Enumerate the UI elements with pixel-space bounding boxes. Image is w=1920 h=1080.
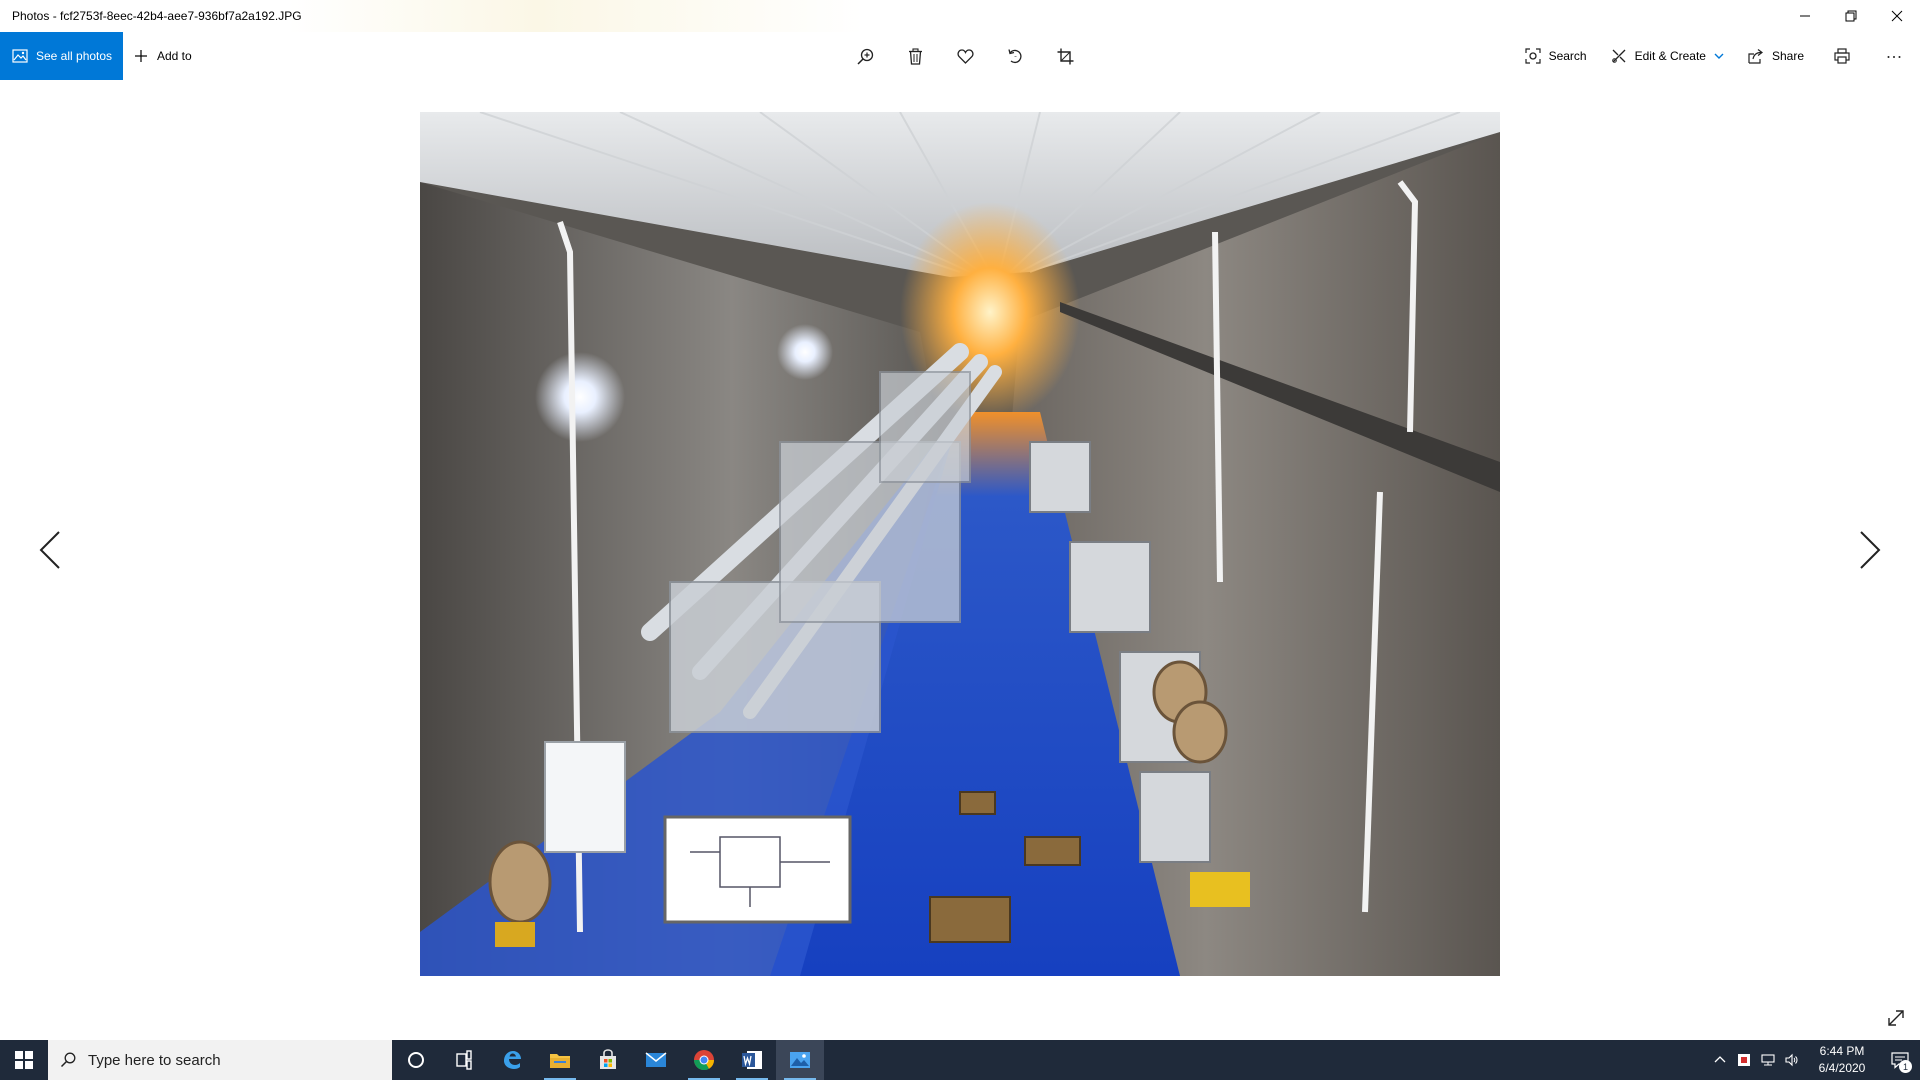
add-to-button[interactable]: Add to bbox=[134, 32, 192, 80]
search-button[interactable]: Search bbox=[1513, 32, 1599, 80]
chrome-icon bbox=[693, 1050, 715, 1071]
photos-icon bbox=[12, 49, 28, 63]
action-center-button[interactable]: 1 bbox=[1880, 1040, 1920, 1080]
notification-count-badge: 1 bbox=[1899, 1060, 1912, 1073]
share-label: Share bbox=[1771, 49, 1804, 63]
title-bar: Photos - fcf2753f-8eec-42b4-aee7-936bf7a… bbox=[0, 0, 1920, 32]
network-icon bbox=[1761, 1054, 1775, 1066]
window-title: Photos - fcf2753f-8eec-42b4-aee7-936bf7a… bbox=[12, 9, 302, 23]
print-button[interactable] bbox=[1816, 32, 1868, 80]
window-controls bbox=[1782, 0, 1920, 32]
tunnel-photo-image bbox=[420, 112, 1500, 976]
rotate-icon bbox=[1007, 48, 1022, 63]
windows-logo-icon bbox=[15, 1051, 33, 1069]
show-hidden-icons-button[interactable] bbox=[1708, 1040, 1732, 1080]
command-bar: See all photos Add to Search Edit & Crea… bbox=[0, 32, 1920, 80]
edit-create-label: Edit & Create bbox=[1634, 49, 1706, 63]
close-icon bbox=[1891, 10, 1903, 22]
photos-app-icon bbox=[790, 1052, 810, 1068]
more-ellipsis-icon bbox=[1887, 56, 1901, 58]
favorite-heart-icon bbox=[956, 48, 974, 64]
displayed-photo[interactable] bbox=[420, 112, 1500, 976]
photo-viewer bbox=[0, 80, 1920, 1040]
edit-create-icon bbox=[1611, 49, 1626, 63]
share-icon bbox=[1748, 49, 1763, 64]
delete-button[interactable] bbox=[890, 32, 940, 80]
restore-button[interactable] bbox=[1828, 0, 1874, 32]
search-placeholder: Type here to search bbox=[88, 1051, 221, 1069]
add-to-label: Add to bbox=[157, 49, 192, 63]
taskbar-file-explorer[interactable] bbox=[536, 1040, 584, 1080]
delete-icon bbox=[908, 47, 922, 65]
plus-icon bbox=[135, 50, 147, 62]
cortana-circle-icon bbox=[408, 1052, 424, 1068]
taskbar-mail[interactable] bbox=[632, 1040, 680, 1080]
start-button[interactable] bbox=[0, 1040, 48, 1080]
taskbar-chrome[interactable] bbox=[680, 1040, 728, 1080]
task-view-icon bbox=[456, 1050, 472, 1070]
full-screen-button[interactable] bbox=[1882, 1004, 1910, 1032]
folder-icon bbox=[550, 1054, 570, 1068]
task-view-button[interactable] bbox=[440, 1040, 488, 1080]
share-button[interactable]: Share bbox=[1736, 32, 1816, 80]
edge-icon bbox=[504, 1051, 521, 1069]
zoom-button[interactable] bbox=[840, 32, 890, 80]
system-tray: 6:44 PM 6/4/2020 1 bbox=[1708, 1040, 1920, 1080]
rotate-button[interactable] bbox=[990, 32, 1040, 80]
crop-icon bbox=[1057, 48, 1073, 64]
see-all-photos-button[interactable]: See all photos bbox=[0, 32, 123, 80]
restore-icon bbox=[1845, 10, 1857, 22]
taskbar-search-box[interactable]: Type here to search bbox=[48, 1040, 392, 1080]
clock-date: 6/4/2020 bbox=[1818, 1061, 1866, 1075]
mail-icon bbox=[645, 1052, 667, 1067]
print-icon bbox=[1834, 48, 1850, 64]
see-all-photos-label: See all photos bbox=[36, 49, 113, 63]
clock-time: 6:44 PM bbox=[1819, 1044, 1865, 1058]
more-options-button[interactable] bbox=[1868, 32, 1920, 80]
right-tools: Search Edit & Create Share bbox=[1513, 32, 1920, 80]
clock[interactable]: 6:44 PM 6/4/2020 bbox=[1804, 1043, 1880, 1077]
search-icon bbox=[60, 1052, 76, 1068]
volume-button[interactable] bbox=[1780, 1040, 1804, 1080]
chevron-left-icon bbox=[39, 531, 60, 569]
search-label: Search bbox=[1548, 49, 1587, 63]
previous-photo-button[interactable] bbox=[30, 520, 70, 580]
next-photo-button[interactable] bbox=[1850, 520, 1890, 580]
taskbar-edge[interactable] bbox=[488, 1040, 536, 1080]
visual-search-icon bbox=[1524, 48, 1541, 64]
chevron-up-icon bbox=[1714, 1056, 1726, 1063]
edit-create-button[interactable]: Edit & Create bbox=[1599, 32, 1736, 80]
crop-button[interactable] bbox=[1040, 32, 1090, 80]
network-button[interactable] bbox=[1756, 1040, 1780, 1080]
minimize-button[interactable] bbox=[1782, 0, 1828, 32]
favorite-button[interactable] bbox=[940, 32, 990, 80]
word-icon bbox=[742, 1051, 762, 1069]
cortana-button[interactable] bbox=[392, 1040, 440, 1080]
speaker-icon bbox=[1785, 1053, 1798, 1067]
taskbar: Type here to search 6:44 PM 6/4/2020 1 bbox=[0, 1040, 1920, 1080]
zoom-in-icon bbox=[856, 48, 873, 65]
chevron-right-icon bbox=[1860, 531, 1881, 569]
chevron-down-icon bbox=[1714, 53, 1724, 59]
close-button[interactable] bbox=[1874, 0, 1920, 32]
taskbar-store[interactable] bbox=[584, 1040, 632, 1080]
taskbar-word[interactable] bbox=[728, 1040, 776, 1080]
tray-app-button[interactable] bbox=[1732, 1040, 1756, 1080]
minimize-icon bbox=[1800, 15, 1810, 17]
expand-icon bbox=[1888, 1010, 1904, 1026]
taskbar-photos[interactable] bbox=[776, 1040, 824, 1080]
store-bag-icon bbox=[600, 1049, 616, 1069]
tray-app-icon bbox=[1738, 1054, 1750, 1066]
image-tools bbox=[840, 32, 1090, 80]
